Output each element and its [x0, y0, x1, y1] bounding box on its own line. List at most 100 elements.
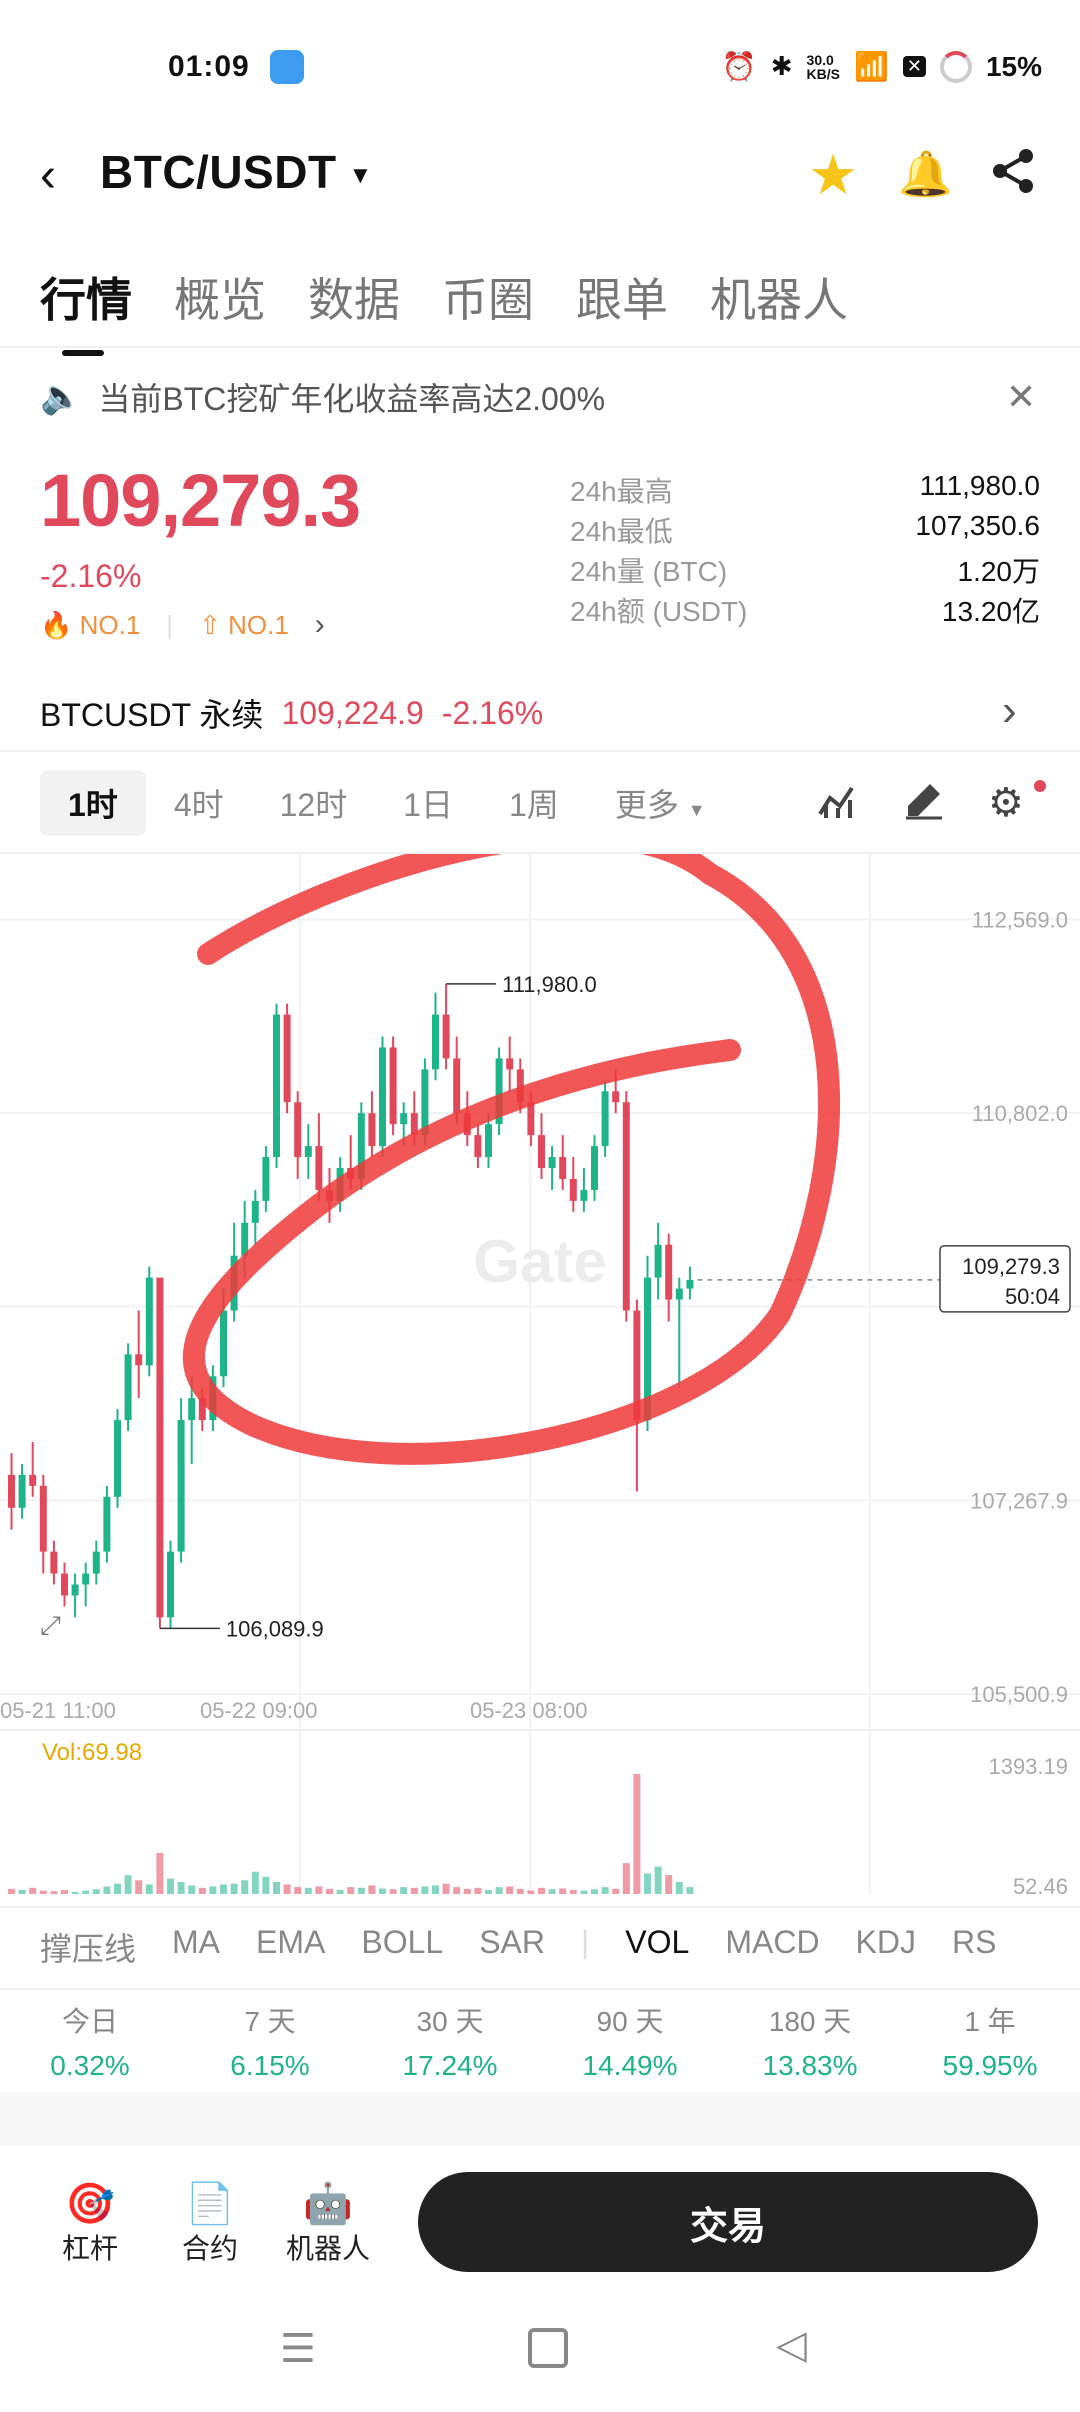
indicator-bar: 撑压线 MA EMA BOLL SAR | VOL MACD KDJ RS — [40, 1924, 996, 1970]
candle-body — [569, 1178, 577, 1201]
candle-body — [103, 1496, 111, 1552]
alert-bell-icon[interactable]: 🔔 — [898, 148, 953, 200]
volume-bars — [8, 1774, 694, 1894]
tab-overview[interactable]: 概览 — [174, 264, 266, 330]
share-icon[interactable] — [988, 146, 1038, 196]
timeframe-bar: 1时 4时 12时 1日 1周 更多 ▼ — [40, 770, 734, 836]
spacer-band — [0, 2092, 1080, 2146]
back-nav-icon[interactable]: ◁ — [776, 2322, 807, 2368]
hot-rank: 🔥 NO.1 — [40, 609, 141, 640]
candle-body — [124, 1354, 132, 1421]
vol-tick-label: 52.46 — [1013, 1874, 1068, 1899]
close-icon[interactable]: ✕ — [1006, 376, 1036, 418]
perp-change: -2.16% — [441, 694, 544, 731]
tab-market[interactable]: 行情 — [40, 264, 132, 356]
ind-sar[interactable]: SAR — [479, 1924, 545, 1970]
ind-kdj[interactable]: KDJ — [856, 1924, 916, 1970]
separator: | — [166, 609, 174, 640]
favorite-star-icon[interactable]: ★ — [808, 142, 858, 208]
volume-bar — [569, 1889, 577, 1894]
candle-body — [675, 1288, 683, 1300]
candle-body — [527, 1102, 535, 1136]
speaker-icon: 🔈 — [40, 378, 83, 416]
candle-body — [220, 1310, 227, 1377]
futures-button[interactable]: 📄 合约 — [182, 2180, 238, 2267]
candle-body — [135, 1354, 143, 1366]
divider — [0, 1988, 1080, 1990]
x-tick-label: 05-23 08:00 — [470, 1698, 587, 1723]
volume-bar — [675, 1882, 683, 1894]
leverage-button[interactable]: 🎯 杠杆 — [62, 2180, 118, 2267]
perf-cell: 180 天 13.83% — [762, 2006, 858, 2081]
tf-1h[interactable]: 1时 — [40, 770, 146, 836]
volume-bar — [336, 1889, 344, 1894]
chevron-right-icon[interactable]: › — [1002, 686, 1017, 736]
candle-body — [273, 1014, 280, 1158]
candle-body — [18, 1474, 26, 1508]
volume-bar — [61, 1889, 68, 1894]
volume-bar — [644, 1873, 651, 1894]
settings-gear-icon[interactable]: ⚙ — [988, 780, 1024, 826]
y-tick-label: 107,267.9 — [970, 1488, 1068, 1513]
tf-1d[interactable]: 1日 — [375, 770, 481, 836]
ind-ma[interactable]: MA — [172, 1924, 220, 1970]
volume-bar — [665, 1875, 673, 1894]
ind-macd[interactable]: MACD — [725, 1924, 819, 1970]
y-tick-label: 112,569.0 — [972, 907, 1068, 932]
draw-pen-icon[interactable] — [904, 780, 944, 820]
ind-support[interactable]: 撑压线 — [40, 1924, 136, 1970]
candle-body — [29, 1474, 37, 1486]
stat-row: 24h额 (USDT) 13.20亿 — [570, 596, 1040, 627]
candle-body — [114, 1420, 121, 1497]
home-nav-icon[interactable] — [528, 2328, 568, 2368]
tf-12h[interactable]: 12时 — [252, 770, 376, 836]
volume-bar — [474, 1887, 482, 1894]
perpetual-row[interactable]: BTCUSDT 永续 109,224.9 -2.16% — [40, 690, 543, 736]
notice-text: 当前BTC挖矿年化收益率高达2.00% — [98, 381, 606, 417]
tab-coin-circle[interactable]: 币圈 — [442, 264, 534, 330]
tab-copy-trade[interactable]: 跟单 — [576, 264, 668, 330]
rank-badges[interactable]: 🔥 NO.1 | ⇧ NO.1 › — [40, 608, 325, 642]
ind-boll[interactable]: BOLL — [361, 1924, 443, 1970]
volume-bar — [230, 1883, 238, 1894]
tf-more[interactable]: 更多 ▼ — [587, 770, 734, 836]
tf-1w[interactable]: 1周 — [481, 770, 587, 836]
stat-row: 24h最高 111,980.0 — [570, 470, 1040, 507]
candle-body — [294, 1102, 302, 1158]
caret-down-icon: ▼ — [687, 800, 706, 820]
menu-nav-icon[interactable]: ☰ — [280, 2326, 316, 2372]
candle-body — [71, 1584, 79, 1596]
volume-bar — [654, 1866, 662, 1894]
tab-bots[interactable]: 机器人 — [710, 264, 848, 330]
volume-bar — [82, 1890, 90, 1894]
perf-cell: 今日 0.32% — [50, 2006, 130, 2081]
dropdown-icon: ▼ — [348, 161, 373, 189]
indicator-chart-icon[interactable] — [816, 780, 856, 820]
tab-data[interactable]: 数据 — [308, 264, 400, 330]
perf-cell: 7 天 6.15% — [230, 2006, 310, 2081]
volume-bar — [506, 1886, 514, 1894]
candle-body — [177, 1420, 185, 1552]
volume-bar — [251, 1871, 259, 1894]
net-speed: 30.0 KB/S — [806, 51, 840, 82]
volume-bar — [29, 1887, 37, 1894]
volume-bar — [410, 1887, 418, 1894]
volume-bar — [463, 1888, 471, 1894]
tf-4h[interactable]: 4时 — [146, 770, 252, 836]
bots-button[interactable]: 🤖 机器人 — [286, 2180, 370, 2267]
notice-bar[interactable]: 🔈 当前BTC挖矿年化收益率高达2.00% — [40, 374, 605, 420]
trade-button[interactable]: 交易 — [418, 2172, 1038, 2272]
volume-bar — [262, 1876, 270, 1894]
candlestick-chart[interactable]: Gate 112,569.0 110,802.0 107,267.9 105,500.… — [0, 854, 1080, 1900]
ind-vol[interactable]: VOL — [625, 1924, 689, 1970]
pair-title[interactable]: BTC/USDT ▼ — [100, 145, 373, 199]
back-icon[interactable]: ‹ — [40, 148, 56, 203]
candle-body — [559, 1157, 567, 1179]
candle-body — [485, 1124, 492, 1158]
separator: | — [580, 1924, 590, 1960]
ind-ema[interactable]: EMA — [256, 1924, 325, 1970]
candle-body — [654, 1244, 662, 1278]
vol-tick-label: 1393.19 — [988, 1754, 1068, 1779]
ind-rsi[interactable]: RS — [952, 1924, 996, 1970]
volume-bar — [612, 1888, 620, 1894]
